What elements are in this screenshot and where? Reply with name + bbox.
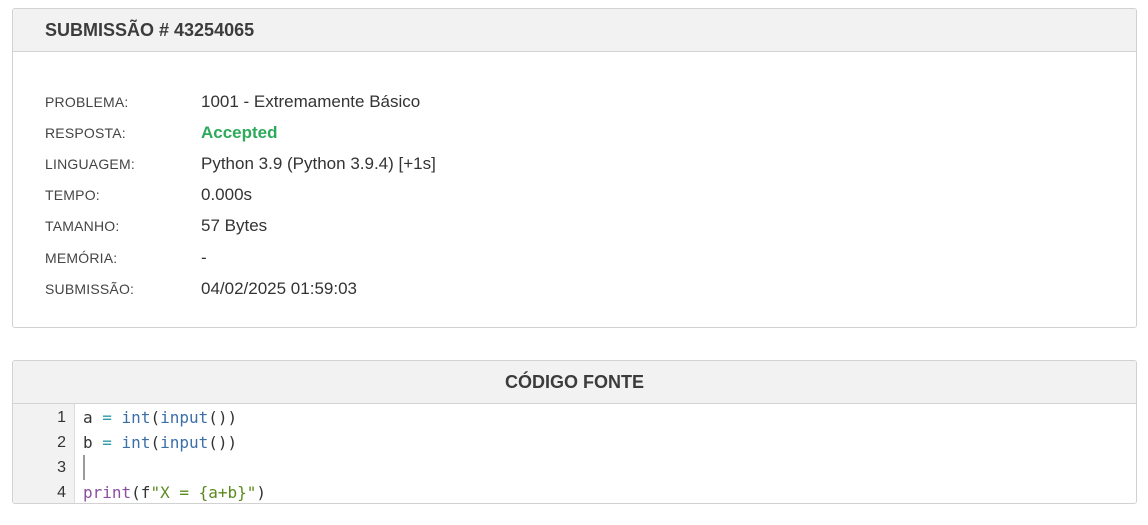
code-line: a = int(input()) bbox=[83, 405, 1136, 430]
source-code-title: CÓDIGO FONTE bbox=[13, 361, 1136, 404]
submission-panel: SUBMISSÃO # 43254065 PROBLEMA: 1001 - Ex… bbox=[12, 8, 1137, 328]
code-token: a bbox=[83, 408, 103, 427]
info-row-memory: MEMÓRIA: - bbox=[13, 242, 1136, 273]
info-label: PROBLEMA: bbox=[45, 93, 129, 110]
line-number: 4 bbox=[57, 484, 66, 501]
info-row-language: LINGUAGEM: Python 3.9 (Python 3.9.4) [+1… bbox=[13, 148, 1136, 179]
submission-title: SUBMISSÃO # 43254065 bbox=[13, 9, 1136, 52]
code-token: (f bbox=[131, 483, 151, 502]
info-row-problem: PROBLEMA: 1001 - Extremamente Básico bbox=[13, 86, 1136, 117]
code-editor[interactable]: 1234 a = int(input()) b = int(input()) pri… bbox=[13, 404, 1136, 503]
line-number: 1 bbox=[57, 409, 66, 426]
info-row-time: TEMPO: 0.000s bbox=[13, 180, 1136, 211]
info-label: TAMANHO: bbox=[45, 218, 120, 235]
code-token: ) bbox=[256, 483, 267, 502]
code-token: ( bbox=[150, 433, 161, 452]
info-row-size: TAMANHO: 57 Bytes bbox=[13, 211, 1136, 242]
code-token: int bbox=[121, 433, 151, 452]
code-token: ( bbox=[150, 408, 161, 427]
code-lines[interactable]: a = int(input()) b = int(input()) print(f"… bbox=[75, 404, 1136, 503]
info-row-answer: RESPOSTA: Accepted bbox=[13, 117, 1136, 148]
problem-link[interactable]: 1001 - Extremamente Básico bbox=[201, 92, 420, 112]
code-token: "X = {a+b}" bbox=[150, 483, 257, 502]
source-code-panel: CÓDIGO FONTE 1234 a = int(input()) b = in… bbox=[12, 360, 1137, 504]
info-label: TEMPO: bbox=[45, 187, 100, 204]
code-token: input bbox=[160, 408, 209, 427]
code-token: input bbox=[160, 433, 209, 452]
submission-info-list: PROBLEMA: 1001 - Extremamente Básico RES… bbox=[13, 52, 1136, 304]
info-label: LINGUAGEM: bbox=[45, 155, 135, 172]
info-label: RESPOSTA: bbox=[45, 124, 126, 141]
code-token: = bbox=[102, 408, 112, 427]
line-number-gutter: 1 2 3 4 bbox=[13, 404, 75, 503]
memory-value: - bbox=[201, 247, 207, 267]
line-number: 2 bbox=[57, 434, 66, 451]
info-row-submission-date: SUBMISSÃO: 04/02/2025 01:59:03 bbox=[13, 273, 1136, 304]
time-value: 0.000s bbox=[201, 185, 253, 205]
size-value: 57 Bytes bbox=[201, 216, 268, 236]
code-token: ()) bbox=[208, 408, 238, 427]
code-line: b = int(input()) bbox=[83, 430, 1136, 455]
code-line: print(f"X = {a+b}") bbox=[83, 480, 1136, 503]
line-number: 3 bbox=[57, 459, 66, 476]
status-answer: Accepted bbox=[201, 122, 278, 142]
code-token: ()) bbox=[208, 433, 238, 452]
code-line bbox=[83, 455, 1136, 480]
info-label: MEMÓRIA: bbox=[45, 249, 118, 266]
code-token: b bbox=[83, 433, 103, 452]
submission-date-value: 04/02/2025 01:59:03 bbox=[201, 278, 357, 298]
code-token: print bbox=[83, 483, 132, 502]
text-cursor bbox=[83, 455, 85, 480]
code-token: = bbox=[102, 433, 112, 452]
code-token: int bbox=[121, 408, 151, 427]
info-label: SUBMISSÃO: bbox=[45, 280, 135, 297]
language-value: Python 3.9 (Python 3.9.4) [+1s] bbox=[201, 153, 436, 173]
